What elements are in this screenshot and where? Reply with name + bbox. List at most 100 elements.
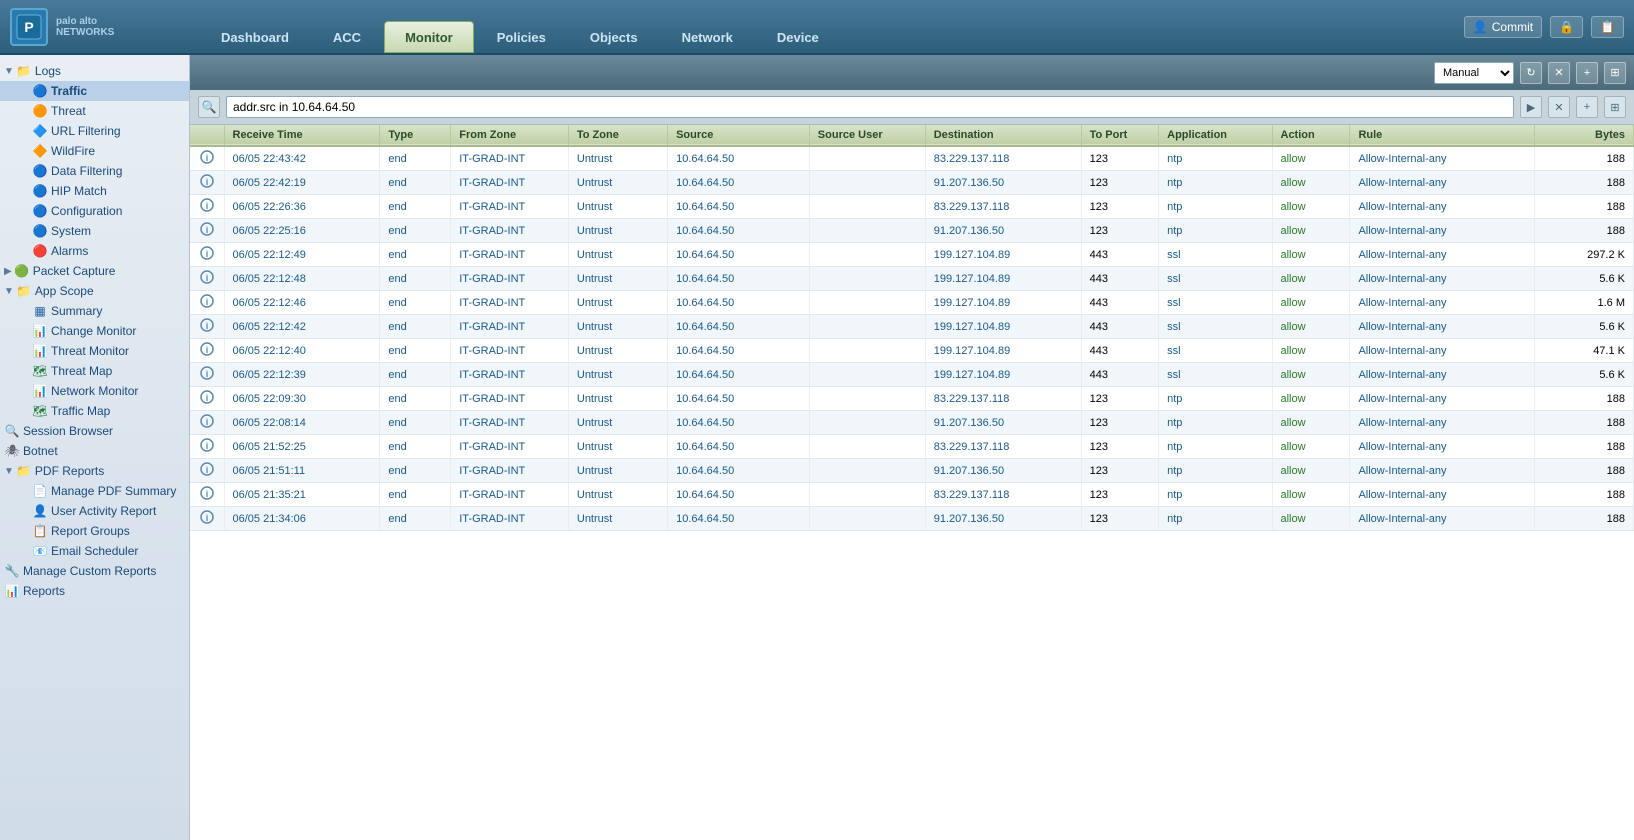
cell-application[interactable]: ssl <box>1159 243 1272 267</box>
mode-select[interactable]: Manual Auto <box>1434 62 1514 84</box>
search-add-button[interactable]: + <box>1576 96 1598 118</box>
cell-destination[interactable]: 199.127.104.89 <box>925 339 1081 363</box>
cell-application[interactable]: ntp <box>1159 411 1272 435</box>
cell-source[interactable]: 10.64.64.50 <box>668 507 810 531</box>
col-header-source-user[interactable]: Source User <box>809 125 925 146</box>
sidebar-item-botnet[interactable]: 🕷 Botnet <box>0 441 189 461</box>
cell-application[interactable]: ssl <box>1159 363 1272 387</box>
cell-application[interactable]: ntp <box>1159 459 1272 483</box>
sidebar-item-system[interactable]: 🔵 System <box>0 221 189 241</box>
sidebar-item-summary[interactable]: ▦ Summary <box>0 301 189 321</box>
add-button[interactable]: + <box>1576 62 1598 84</box>
row-detail-icon[interactable]: i <box>190 363 224 387</box>
tab-network[interactable]: Network <box>661 21 754 53</box>
cell-destination[interactable]: 83.229.137.118 <box>925 435 1081 459</box>
cell-rule[interactable]: Allow-Internal-any <box>1350 315 1534 339</box>
sidebar-item-hip-match[interactable]: 🔵 HIP Match <box>0 181 189 201</box>
sidebar-section-app-scope[interactable]: ▼ 📁 App Scope <box>0 281 189 301</box>
cell-destination[interactable]: 199.127.104.89 <box>925 267 1081 291</box>
cell-application[interactable]: ntp <box>1159 195 1272 219</box>
row-detail-icon[interactable]: i <box>190 219 224 243</box>
sidebar-item-reports[interactable]: 📊 Reports <box>0 581 189 601</box>
search-clear-button[interactable]: ✕ <box>1548 96 1570 118</box>
cell-source[interactable]: 10.64.64.50 <box>668 267 810 291</box>
cell-source[interactable]: 10.64.64.50 <box>668 195 810 219</box>
col-header-application[interactable]: Application <box>1159 125 1272 146</box>
lock-button[interactable]: 🔒 <box>1550 16 1583 38</box>
col-header-receive-time[interactable]: Receive Time <box>224 125 380 146</box>
col-header-type[interactable]: Type <box>380 125 451 146</box>
cell-source[interactable]: 10.64.64.50 <box>668 435 810 459</box>
col-header-rule[interactable]: Rule <box>1350 125 1534 146</box>
sidebar-item-wildfire[interactable]: 🔶 WildFire <box>0 141 189 161</box>
cell-application[interactable]: ssl <box>1159 267 1272 291</box>
cell-application[interactable]: ntp <box>1159 507 1272 531</box>
cell-destination[interactable]: 91.207.136.50 <box>925 411 1081 435</box>
cell-source[interactable]: 10.64.64.50 <box>668 291 810 315</box>
tab-policies[interactable]: Policies <box>476 21 567 53</box>
tab-device[interactable]: Device <box>756 21 840 53</box>
cell-source[interactable]: 10.64.64.50 <box>668 411 810 435</box>
row-detail-icon[interactable]: i <box>190 195 224 219</box>
cell-application[interactable]: ntp <box>1159 435 1272 459</box>
cell-destination[interactable]: 83.229.137.118 <box>925 483 1081 507</box>
cell-destination[interactable]: 83.229.137.118 <box>925 195 1081 219</box>
cell-rule[interactable]: Allow-Internal-any <box>1350 195 1534 219</box>
filter-button[interactable]: ⊞ <box>1604 62 1626 84</box>
cell-rule[interactable]: Allow-Internal-any <box>1350 459 1534 483</box>
cell-application[interactable]: ntp <box>1159 387 1272 411</box>
cell-source[interactable]: 10.64.64.50 <box>668 339 810 363</box>
sidebar-item-threat-monitor[interactable]: 📊 Threat Monitor <box>0 341 189 361</box>
cell-destination[interactable]: 83.229.137.118 <box>925 146 1081 171</box>
cell-source[interactable]: 10.64.64.50 <box>668 219 810 243</box>
sidebar-item-packet-capture[interactable]: ▶ 🟢 Packet Capture <box>0 261 189 281</box>
cell-rule[interactable]: Allow-Internal-any <box>1350 507 1534 531</box>
row-detail-icon[interactable]: i <box>190 507 224 531</box>
sidebar-section-pdf-reports[interactable]: ▼ 📁 PDF Reports <box>0 461 189 481</box>
sidebar-item-traffic[interactable]: 🔵 Traffic <box>0 81 189 101</box>
search-filter-button[interactable]: ⊞ <box>1604 96 1626 118</box>
cell-application[interactable]: ssl <box>1159 339 1272 363</box>
sidebar-item-threat-map[interactable]: 🗺 Threat Map <box>0 361 189 381</box>
cell-source[interactable]: 10.64.64.50 <box>668 243 810 267</box>
stop-button[interactable]: ✕ <box>1548 62 1570 84</box>
col-header-source[interactable]: Source <box>668 125 810 146</box>
search-input[interactable] <box>226 96 1514 118</box>
cell-application[interactable]: ntp <box>1159 171 1272 195</box>
cell-destination[interactable]: 83.229.137.118 <box>925 387 1081 411</box>
commit-button[interactable]: 👤 Commit <box>1464 16 1542 38</box>
tab-objects[interactable]: Objects <box>569 21 659 53</box>
cell-rule[interactable]: Allow-Internal-any <box>1350 243 1534 267</box>
cell-destination[interactable]: 199.127.104.89 <box>925 315 1081 339</box>
col-header-from-zone[interactable]: From Zone <box>451 125 569 146</box>
sidebar-item-network-monitor[interactable]: 📊 Network Monitor <box>0 381 189 401</box>
row-detail-icon[interactable]: i <box>190 315 224 339</box>
cell-rule[interactable]: Allow-Internal-any <box>1350 411 1534 435</box>
row-detail-icon[interactable]: i <box>190 146 224 171</box>
sidebar-item-configuration[interactable]: 🔵 Configuration <box>0 201 189 221</box>
cell-rule[interactable]: Allow-Internal-any <box>1350 291 1534 315</box>
row-detail-icon[interactable]: i <box>190 411 224 435</box>
cell-source[interactable]: 10.64.64.50 <box>668 363 810 387</box>
sidebar-item-change-monitor[interactable]: 📊 Change Monitor <box>0 321 189 341</box>
sidebar-item-alarms[interactable]: 🔴 Alarms <box>0 241 189 261</box>
cell-source[interactable]: 10.64.64.50 <box>668 171 810 195</box>
sidebar-item-data-filtering[interactable]: 🔵 Data Filtering <box>0 161 189 181</box>
col-header-destination[interactable]: Destination <box>925 125 1081 146</box>
col-header-to-zone[interactable]: To Zone <box>568 125 667 146</box>
row-detail-icon[interactable]: i <box>190 339 224 363</box>
row-detail-icon[interactable]: i <box>190 435 224 459</box>
sidebar-item-user-activity[interactable]: 👤 User Activity Report <box>0 501 189 521</box>
row-detail-icon[interactable]: i <box>190 267 224 291</box>
row-detail-icon[interactable]: i <box>190 243 224 267</box>
tab-acc[interactable]: ACC <box>312 21 382 53</box>
col-header-action[interactable]: Action <box>1272 125 1350 146</box>
cell-rule[interactable]: Allow-Internal-any <box>1350 339 1534 363</box>
cell-destination[interactable]: 91.207.136.50 <box>925 171 1081 195</box>
row-detail-icon[interactable]: i <box>190 171 224 195</box>
sidebar-item-session-browser[interactable]: 🔍 Session Browser <box>0 421 189 441</box>
cell-rule[interactable]: Allow-Internal-any <box>1350 146 1534 171</box>
cell-source[interactable]: 10.64.64.50 <box>668 459 810 483</box>
sidebar-item-threat[interactable]: 🟠 Threat <box>0 101 189 121</box>
sidebar-item-email-scheduler[interactable]: 📧 Email Scheduler <box>0 541 189 561</box>
